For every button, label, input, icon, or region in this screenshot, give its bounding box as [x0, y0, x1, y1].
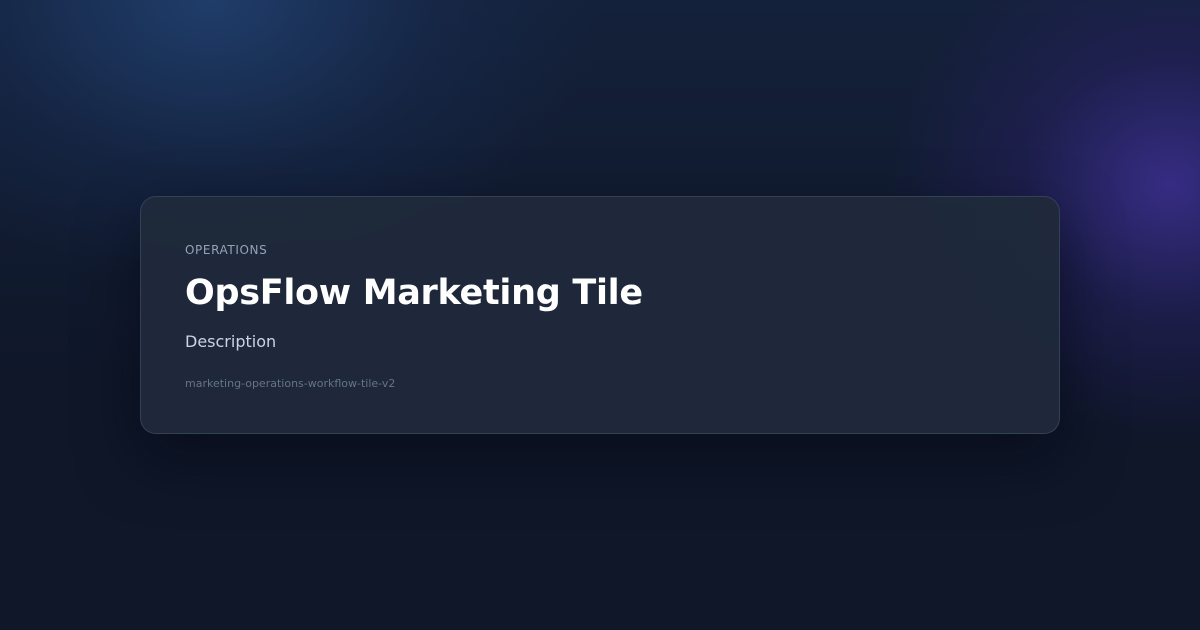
tile-title: OpsFlow Marketing Tile [185, 273, 643, 313]
category-label: OPERATIONS [185, 243, 268, 257]
tile-slug: marketing-operations-workflow-tile-v2 [185, 377, 396, 390]
tile-description: Description [185, 332, 277, 351]
marketing-tile-card: OPERATIONS OpsFlow Marketing Tile Descri… [140, 196, 1060, 434]
